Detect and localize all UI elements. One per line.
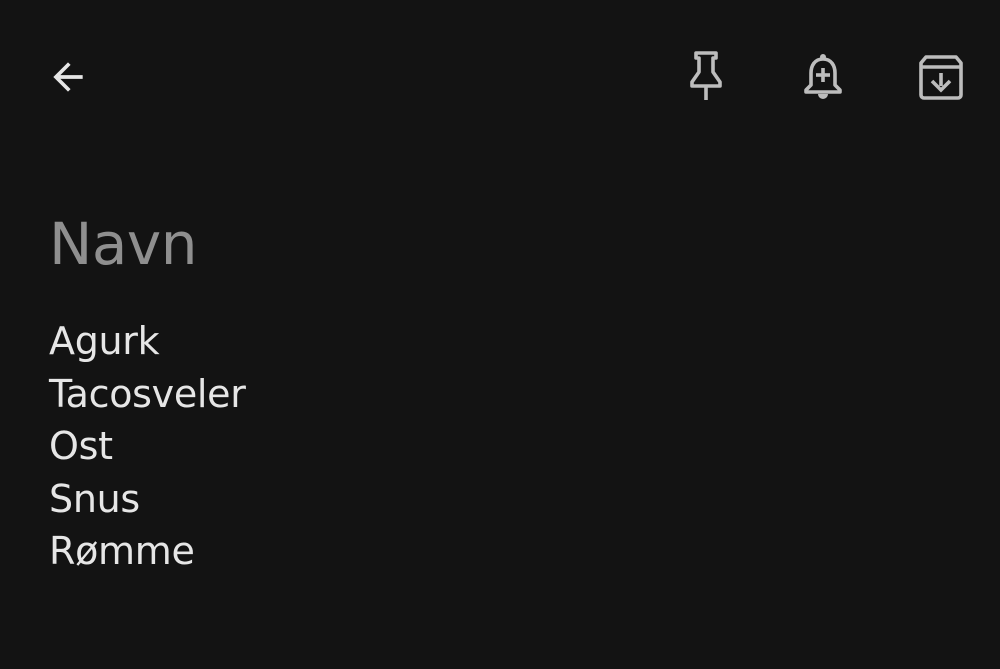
bell-plus-icon — [804, 54, 842, 99]
pin-button[interactable] — [670, 40, 742, 112]
note-body[interactable]: Agurk Tacosveler Ost Snus Rømme — [49, 315, 246, 578]
archive-icon — [919, 55, 963, 100]
archive-button[interactable] — [905, 41, 977, 113]
back-button[interactable] — [32, 41, 104, 113]
list-item: Snus — [49, 476, 140, 521]
list-item: Rømme — [49, 529, 195, 573]
note-title[interactable]: Navn — [49, 208, 198, 280]
list-item: Ost — [49, 424, 113, 468]
arrow-left-icon — [53, 62, 83, 92]
list-item: Tacosveler — [49, 371, 246, 416]
list-item: Agurk — [49, 319, 160, 363]
reminder-button[interactable] — [787, 41, 859, 113]
note-toolbar — [0, 0, 1000, 155]
pin-icon — [690, 51, 722, 100]
